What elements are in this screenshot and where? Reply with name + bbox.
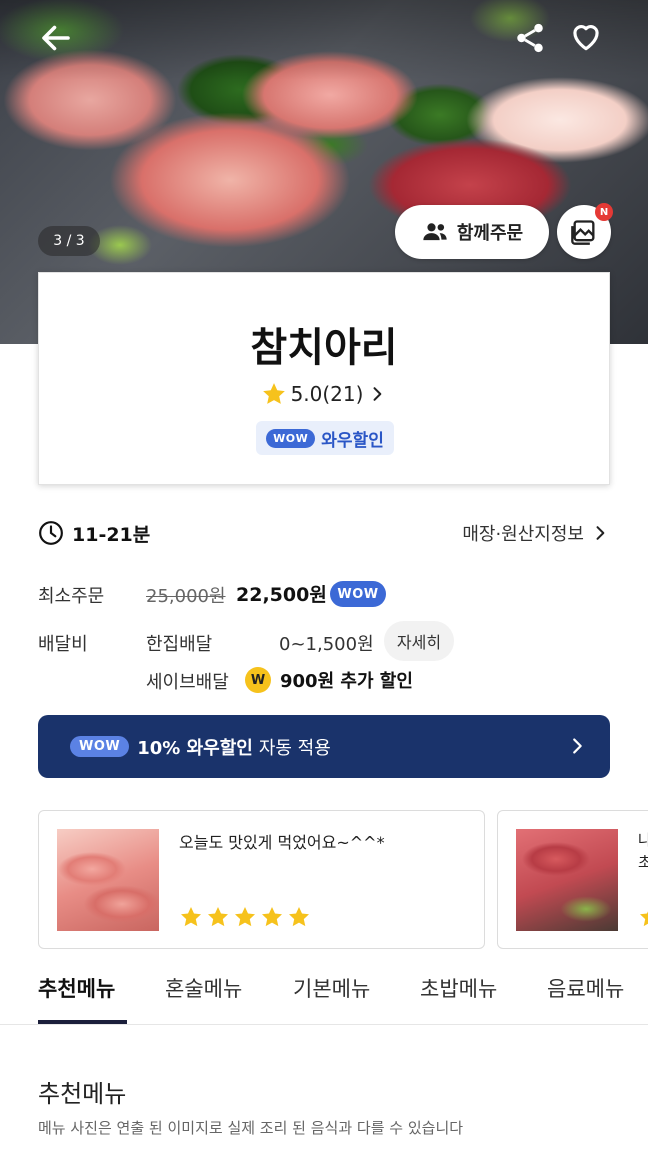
review-text-line: 초 xyxy=(638,851,648,873)
new-badge: N xyxy=(595,203,613,221)
arrow-left-icon xyxy=(42,25,70,51)
wow-discount-banner[interactable]: WOW 10% 와우할인 자동 적용 xyxy=(38,715,610,778)
review-card[interactable]: 오늘도 맛있게 먹었어요~^^* xyxy=(38,810,485,949)
delivery-fee-label: 배달비 xyxy=(38,634,88,655)
fee-detail-button[interactable]: 자세히 xyxy=(384,621,454,661)
wow-pill: WOW xyxy=(70,736,130,757)
hero-top-shade xyxy=(0,0,648,80)
people-icon xyxy=(423,223,447,241)
star-icon xyxy=(640,911,648,927)
store-info-label: 매장·원산지정보 xyxy=(462,524,584,545)
wow-coin-icon: W xyxy=(245,667,271,693)
star-icon xyxy=(262,383,285,404)
wow-banner-title: 10% 와우할인 xyxy=(137,737,253,759)
tab-recommended[interactable]: 추천메뉴 xyxy=(38,973,115,1003)
delivery-type: 한집배달 xyxy=(146,634,213,655)
review-photo xyxy=(516,829,618,931)
tab-sushi[interactable]: 초밥메뉴 xyxy=(420,973,497,1003)
wow-discount-badge: WOW 와우할인 xyxy=(256,421,394,455)
min-order-label: 최소주문 xyxy=(38,586,105,607)
review-text: 나 초 xyxy=(638,829,648,873)
review-photo xyxy=(57,829,159,931)
review-card[interactable]: 나 초 xyxy=(497,810,648,949)
back-button[interactable] xyxy=(36,18,76,58)
wow-discount-label: 와우할인 xyxy=(321,430,384,451)
clock-icon xyxy=(39,521,63,545)
wow-pill: WOW xyxy=(330,581,386,607)
review-text-line: 나 xyxy=(638,829,648,851)
tab-drinks[interactable]: 음료메뉴 xyxy=(547,973,624,1003)
gallery-icon xyxy=(571,220,595,245)
rating-link[interactable]: 5.0(21) xyxy=(39,381,609,407)
section-description: 메뉴 사진은 연출 된 이미지로 실제 조리 된 음식과 다를 수 있습니다 xyxy=(38,1119,464,1137)
tab-solo-drinking[interactable]: 혼술메뉴 xyxy=(165,973,242,1003)
menu-tabs: 추천메뉴 혼술메뉴 기본메뉴 초밥메뉴 음료메뉴 xyxy=(0,965,648,1025)
wow-banner-subtitle: 자동 적용 xyxy=(258,737,331,759)
favorite-button[interactable] xyxy=(566,16,606,56)
min-order-original-price: 25,000원 xyxy=(146,586,226,607)
delivery-time-value: 11-21분 xyxy=(72,523,151,546)
review-stars xyxy=(638,905,648,929)
star-icon xyxy=(262,907,282,927)
wow-pill: WOW xyxy=(266,428,316,448)
store-card: 참치아리 5.0(21) WOW 와우할인 xyxy=(38,272,610,485)
star-icon xyxy=(235,907,255,927)
delivery-fee-range: 0~1,500원 xyxy=(279,634,374,655)
min-order-price: 22,500원 xyxy=(236,584,327,606)
review-text: 오늘도 맛있게 먹었어요~^^* xyxy=(179,833,385,852)
save-delivery-discount: 900원 추가 할인 xyxy=(280,671,413,692)
group-order-label: 함께주문 xyxy=(456,223,524,244)
share-icon xyxy=(517,23,543,53)
review-stars xyxy=(179,905,311,929)
store-info-link[interactable]: 매장·원산지정보 xyxy=(462,518,610,548)
active-tab-indicator xyxy=(38,1020,127,1024)
star-icon xyxy=(208,907,228,927)
chevron-right-icon xyxy=(573,738,582,754)
rating-value: 5.0(21) xyxy=(290,382,364,406)
section-title: 추천메뉴 xyxy=(38,1080,127,1108)
photo-review-button[interactable]: N xyxy=(557,203,613,259)
tab-basic[interactable]: 기본메뉴 xyxy=(293,973,370,1003)
star-icon xyxy=(289,907,309,927)
save-delivery-label: 세이브배달 xyxy=(146,672,229,693)
share-button[interactable] xyxy=(510,18,550,58)
chevron-right-icon xyxy=(373,387,382,401)
heart-icon xyxy=(573,25,599,51)
chevron-right-icon xyxy=(596,526,605,540)
star-icon xyxy=(181,907,201,927)
group-order-button[interactable]: 함께주문 xyxy=(395,205,549,259)
image-counter: 3 / 3 xyxy=(38,226,100,256)
store-name: 참치아리 xyxy=(250,325,398,371)
